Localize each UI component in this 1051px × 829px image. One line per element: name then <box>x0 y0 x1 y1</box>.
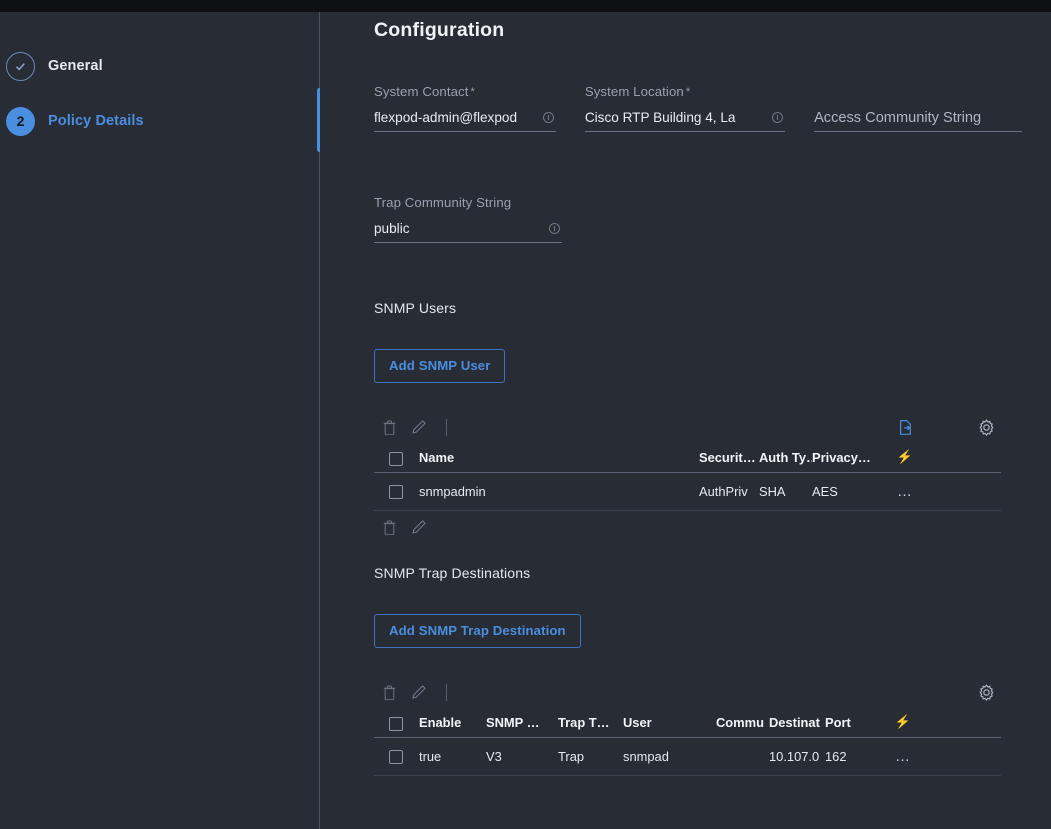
access-community-string-field: Access Community String <box>814 108 1023 132</box>
page-title: Configuration <box>374 19 505 41</box>
gear-icon[interactable] <box>971 414 1001 440</box>
access-community-string-placeholder: Access Community String <box>814 110 982 126</box>
sidebar-item-label-policy-details: Policy Details <box>48 113 144 129</box>
sidebar-item-general[interactable]: General <box>0 44 319 88</box>
trap-community-string-label: Trap Community String <box>374 195 512 210</box>
add-snmp-user-button[interactable]: Add SNMP User <box>374 349 506 384</box>
pencil-icon[interactable] <box>404 679 434 705</box>
system-contact-value: flexpod-admin@flexpod <box>374 110 518 125</box>
snmp-trap-destinations-section: SNMP Trap Destinations Add SNMP Trap Des… <box>374 565 1051 777</box>
cell-user: snmpad <box>623 749 669 765</box>
export-icon[interactable] <box>891 414 921 440</box>
cell-port: 162 <box>825 749 847 765</box>
system-location-input[interactable]: Cisco RTP Building 4, La <box>584 108 786 132</box>
snmp-trap-toolbar <box>374 676 1001 708</box>
info-icon[interactable] <box>549 223 560 234</box>
column-header-user[interactable]: User <box>623 715 716 730</box>
system-location-label-text: System Location <box>584 84 684 99</box>
pencil-icon[interactable] <box>404 414 434 440</box>
snmp-trap-destinations-table: Enable SNMP … Trap T… User Commu Destina… <box>374 676 1001 777</box>
gear-icon[interactable] <box>971 679 1001 705</box>
sidebar-item-label-general: General <box>48 58 103 74</box>
cell-enable: true <box>419 749 442 765</box>
trap-community-string-field: Trap Community String public <box>374 195 562 243</box>
pencil-icon[interactable] <box>404 514 434 540</box>
system-contact-label-text: System Contact <box>374 84 469 99</box>
snmp-trap-header-row: Enable SNMP … Trap T… User Commu Destina… <box>374 708 1001 739</box>
trash-icon[interactable] <box>374 414 404 440</box>
wizard-sidebar: General 2 Policy Details <box>0 12 319 829</box>
info-icon[interactable] <box>542 112 554 123</box>
window-top-strip <box>0 0 1051 12</box>
cell-snmp-version: V3 <box>486 749 502 765</box>
sidebar-item-policy-details[interactable]: 2 Policy Details <box>0 99 319 143</box>
info-icon[interactable] <box>772 112 784 123</box>
select-all-checkbox[interactable] <box>389 717 403 732</box>
cell-security-level: AuthPriv <box>699 484 748 500</box>
column-header-auth-type[interactable]: Auth Ty… <box>759 450 812 465</box>
toolbar-divider <box>446 418 447 436</box>
field-row-1: System Contact * flexpod-admin@flexpod Sy… <box>374 84 1051 132</box>
cell-auth-type: SHA <box>759 484 786 500</box>
select-all-checkbox[interactable] <box>389 452 403 467</box>
row-actions-button[interactable]: … <box>882 749 916 764</box>
system-location-label: System Location * <box>585 84 785 99</box>
column-header-enable[interactable]: Enable <box>419 715 486 730</box>
column-header-name[interactable]: Name <box>419 450 699 465</box>
table-row[interactable]: true V3 Trap snmpad 10.107.0 162 … <box>374 738 1001 777</box>
row-checkbox[interactable] <box>389 484 403 499</box>
snmp-users-section: SNMP Users Add SNMP User Name Securit… A… <box>374 300 1051 543</box>
column-header-privacy-type[interactable]: Privacy… <box>812 450 882 465</box>
required-marker: * <box>685 86 691 98</box>
access-community-string-input[interactable]: Access Community String <box>814 108 1023 132</box>
column-header-security-level[interactable]: Securit… <box>699 450 759 465</box>
field-row-2: Trap Community String public <box>374 195 1051 243</box>
lightning-icon: ⚡ <box>894 714 911 730</box>
cell-trap-type: Trap <box>558 749 585 765</box>
table-row[interactable]: snmpadmin AuthPriv SHA AES … <box>374 473 1001 512</box>
system-contact-label: System Contact * <box>374 84 556 99</box>
system-contact-input[interactable]: flexpod-admin@flexpod <box>374 108 556 132</box>
trap-community-string-input[interactable]: public <box>374 219 562 243</box>
column-header-port[interactable]: Port <box>825 715 882 730</box>
row-actions-button[interactable]: … <box>882 484 918 499</box>
row-actions-label: … <box>895 749 911 765</box>
cell-destination: 10.107.0 <box>769 749 820 765</box>
lightning-icon: ⚡ <box>896 449 913 465</box>
snmp-trap-destinations-title: SNMP Trap Destinations <box>374 565 531 582</box>
toolbar-divider <box>446 683 447 701</box>
snmp-users-table: Name Securit… Auth Ty… Privacy… ⚡ snmpad… <box>374 411 1001 543</box>
column-header-destination[interactable]: Destinat <box>769 715 825 730</box>
snmp-policy-wizard-window: General 2 Policy Details Configuration S… <box>0 0 1051 829</box>
required-marker: * <box>470 86 475 98</box>
add-snmp-trap-destination-button[interactable]: Add SNMP Trap Destination <box>374 614 581 649</box>
column-header-snmp-version[interactable]: SNMP … <box>486 715 558 730</box>
step-number-badge: 2 <box>6 106 35 136</box>
trash-icon[interactable] <box>374 679 404 705</box>
system-location-value: Cisco RTP Building 4, La <box>584 110 736 125</box>
column-header-trap-type[interactable]: Trap T… <box>558 715 623 730</box>
trash-icon[interactable] <box>374 514 404 540</box>
cell-privacy-type: AES <box>812 484 838 500</box>
snmp-users-header-row: Name Securit… Auth Ty… Privacy… ⚡ <box>374 443 1001 474</box>
check-icon <box>6 51 35 81</box>
system-contact-field: System Contact * flexpod-admin@flexpod <box>374 84 556 132</box>
system-location-field: System Location * Cisco RTP Building 4, L… <box>584 84 786 132</box>
row-checkbox[interactable] <box>389 749 403 764</box>
column-header-community[interactable]: Commu <box>716 715 769 730</box>
window-body: General 2 Policy Details Configuration S… <box>0 12 1051 829</box>
snmp-users-title: SNMP Users <box>374 300 457 316</box>
snmp-users-toolbar <box>374 411 1001 443</box>
configuration-panel: Configuration System Contact * flexpod-ad… <box>320 12 1051 829</box>
row-actions-label: … <box>897 484 913 500</box>
cell-name: snmpadmin <box>419 484 486 500</box>
snmp-users-footer-toolbar <box>374 511 1001 543</box>
trap-community-string-value: public <box>374 221 410 236</box>
